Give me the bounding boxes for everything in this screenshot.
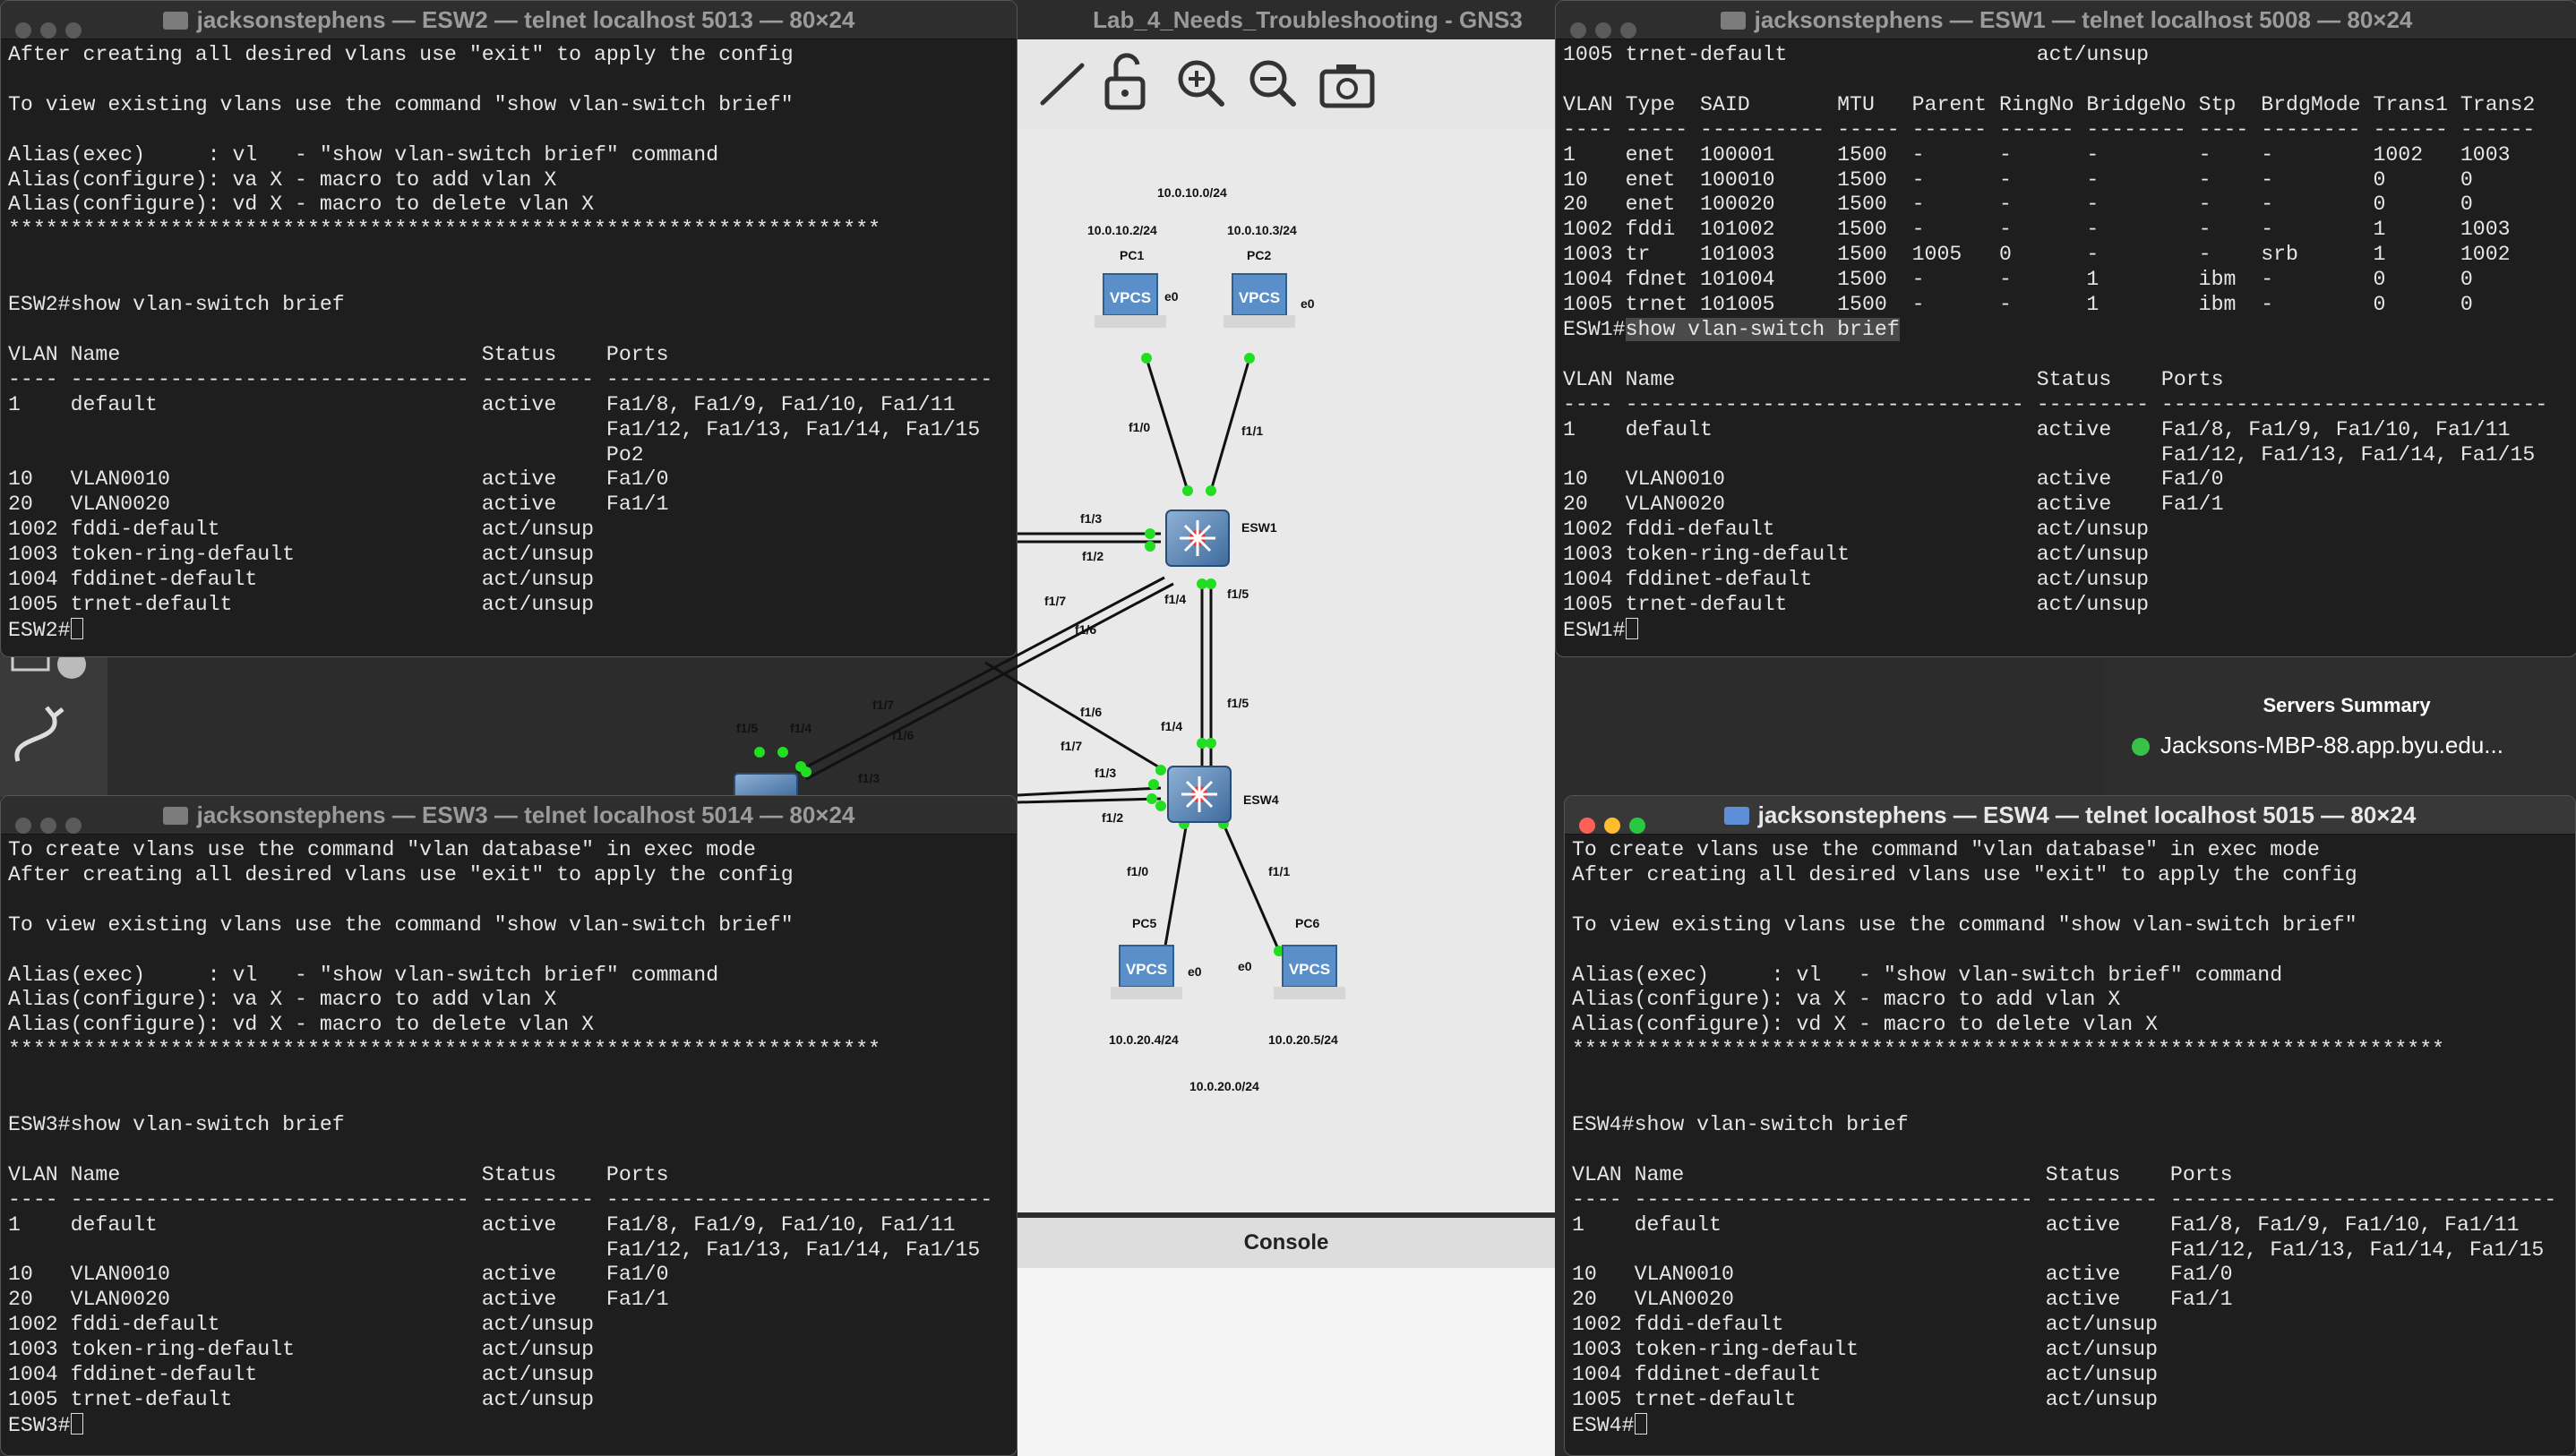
pc-ip-label: 10.0.20.4/24: [1109, 1032, 1179, 1047]
svg-text:f1/7: f1/7: [1060, 739, 1082, 753]
minimize-icon[interactable]: [40, 22, 56, 39]
pc-name-label: PC2: [1247, 248, 1271, 262]
esw1-node[interactable]: ESW1: [1165, 510, 1277, 567]
terminal-cursor: [1625, 617, 1638, 639]
vpcs-badge: VPCS: [1126, 961, 1167, 978]
terminal-cursor: [70, 617, 83, 639]
maximize-icon[interactable]: [65, 22, 82, 39]
svg-text:f1/3: f1/3: [1095, 766, 1116, 780]
pc-ip-label: 10.0.10.3/24: [1227, 223, 1297, 237]
vpcs-badge: VPCS: [1239, 289, 1280, 306]
pc-ip-label: 10.0.10.2/24: [1087, 223, 1157, 237]
maximize-icon[interactable]: [65, 818, 82, 834]
minimize-icon[interactable]: [1604, 818, 1620, 834]
terminal-title: jacksonstephens — ESW2 — telnet localhos…: [196, 6, 855, 33]
terminal-window-esw3[interactable]: jacksonstephens — ESW3 — telnet localhos…: [0, 795, 1018, 1456]
folder-icon: [162, 807, 188, 825]
svg-text:f1/4: f1/4: [1161, 719, 1182, 733]
vpcs-badge: VPCS: [1110, 289, 1151, 306]
vpcs-keyboard: [1224, 315, 1295, 328]
svg-text:f1/6: f1/6: [892, 728, 914, 742]
svg-text:f1/5: f1/5: [1227, 696, 1249, 710]
switch-name-label: ESW4: [1243, 792, 1279, 807]
svg-text:f1/0: f1/0: [1129, 420, 1150, 434]
pc-iface-label: e0: [1188, 964, 1202, 979]
vpcs-badge: VPCS: [1289, 961, 1330, 978]
minimize-icon[interactable]: [1595, 22, 1611, 39]
maximize-icon[interactable]: [1620, 22, 1636, 39]
terminal-titlebar[interactable]: jacksonstephens — ESW3 — telnet localhos…: [1, 796, 1017, 835]
terminal-title: jacksonstephens — ESW4 — telnet localhos…: [1757, 801, 2417, 828]
esw4-node[interactable]: ESW4: [1167, 766, 1279, 823]
folder-icon: [1720, 12, 1746, 30]
vpcs-keyboard: [1095, 315, 1166, 328]
terminal-prompt: ESW2#: [8, 618, 71, 642]
switch-name-label: ESW1: [1241, 520, 1277, 535]
svg-text:f1/2: f1/2: [1102, 810, 1123, 825]
svg-text:f1/4: f1/4: [1164, 592, 1186, 606]
svg-text:f1/5: f1/5: [736, 721, 758, 735]
svg-text:f1/1: f1/1: [1241, 424, 1263, 438]
terminal-cursor: [70, 1412, 83, 1435]
pc-name-label: PC6: [1295, 916, 1319, 930]
terminal-window-esw1[interactable]: jacksonstephens — ESW1 — telnet localhos…: [1555, 0, 2576, 657]
terminal-prompt: ESW4#: [1572, 1413, 1635, 1437]
pc5-node[interactable]: PC5 VPCS e0 10.0.20.4/24: [1109, 916, 1202, 1047]
network-label: 10.0.10.0/24: [1157, 185, 1227, 200]
svg-text:f1/1: f1/1: [1268, 864, 1290, 878]
terminal-prompt: ESW1#: [1563, 618, 1626, 642]
maximize-icon[interactable]: [1629, 818, 1645, 834]
svg-text:f1/6: f1/6: [1075, 622, 1096, 637]
pc-ip-label: 10.0.20.5/24: [1268, 1032, 1338, 1047]
terminal-window-esw2[interactable]: jacksonstephens — ESW2 — telnet localhos…: [0, 0, 1018, 657]
terminal-titlebar[interactable]: jacksonstephens — ESW2 — telnet localhos…: [1, 1, 1017, 39]
svg-text:f1/7: f1/7: [1044, 594, 1066, 608]
pc-iface-label: e0: [1238, 959, 1252, 973]
pc-iface-label: e0: [1164, 289, 1179, 304]
svg-text:f1/6: f1/6: [1080, 705, 1102, 719]
svg-text:f1/2: f1/2: [1082, 549, 1103, 563]
terminal-titlebar[interactable]: jacksonstephens — ESW1 — telnet localhos…: [1556, 1, 2576, 39]
terminal-text: To create vlans use the command "vlan da…: [1572, 838, 2557, 1411]
terminal-text: To create vlans use the command "vlan da…: [8, 838, 993, 1411]
pc1-node[interactable]: 10.0.10.2/24 PC1 VPCS e0: [1087, 223, 1179, 328]
minimize-icon[interactable]: [40, 818, 56, 834]
network-label: 10.0.20.0/24: [1189, 1079, 1259, 1093]
terminal-output[interactable]: 1005 trnet-default act/unsup VLAN Type S…: [1556, 39, 2576, 647]
pc2-node[interactable]: 10.0.10.3/24 PC2 VPCS e0: [1224, 223, 1315, 328]
terminal-text: 1005 trnet-default act/unsup VLAN Type S…: [1563, 43, 2536, 317]
svg-text:f1/3: f1/3: [858, 771, 880, 785]
vpcs-keyboard: [1274, 987, 1345, 999]
terminal-text: After creating all desired vlans use "ex…: [8, 43, 993, 616]
svg-text:f1/4: f1/4: [790, 721, 811, 735]
vpcs-keyboard: [1111, 987, 1182, 999]
folder-icon: [162, 12, 188, 30]
svg-text:f1/0: f1/0: [1127, 864, 1148, 878]
pc-name-label: PC5: [1132, 916, 1156, 930]
pc-name-label: PC1: [1120, 248, 1144, 262]
terminal-output[interactable]: After creating all desired vlans use "ex…: [1, 39, 1017, 647]
svg-text:f1/5: f1/5: [1227, 587, 1249, 601]
terminal-output[interactable]: To create vlans use the command "vlan da…: [1, 835, 1017, 1443]
svg-text:f1/7: f1/7: [872, 698, 894, 712]
terminal-output[interactable]: To create vlans use the command "vlan da…: [1565, 835, 2575, 1443]
terminal-text: VLAN Name Status Ports ---- ------------…: [1563, 367, 2548, 616]
close-icon[interactable]: [15, 22, 31, 39]
close-icon[interactable]: [1570, 22, 1586, 39]
terminal-cursor: [1634, 1412, 1647, 1435]
folder-icon: [1723, 807, 1749, 825]
terminal-prompt: ESW3#: [8, 1413, 71, 1437]
pc6-node[interactable]: PC6 VPCS e0 10.0.20.5/24: [1238, 916, 1345, 1047]
close-icon[interactable]: [15, 818, 31, 834]
terminal-title: jacksonstephens — ESW3 — telnet localhos…: [196, 801, 855, 828]
terminal-prompt: ESW1#: [1563, 317, 1626, 341]
terminal-window-esw4[interactable]: jacksonstephens — ESW4 — telnet localhos…: [1564, 795, 2576, 1456]
selected-command: show vlan-switch brief: [1625, 317, 1900, 341]
terminal-titlebar[interactable]: jacksonstephens — ESW4 — telnet localhos…: [1565, 796, 2575, 835]
pc-iface-label: e0: [1301, 296, 1315, 311]
svg-text:f1/3: f1/3: [1080, 511, 1102, 526]
terminal-title: jacksonstephens — ESW1 — telnet localhos…: [1754, 6, 2413, 33]
close-icon[interactable]: [1579, 818, 1595, 834]
